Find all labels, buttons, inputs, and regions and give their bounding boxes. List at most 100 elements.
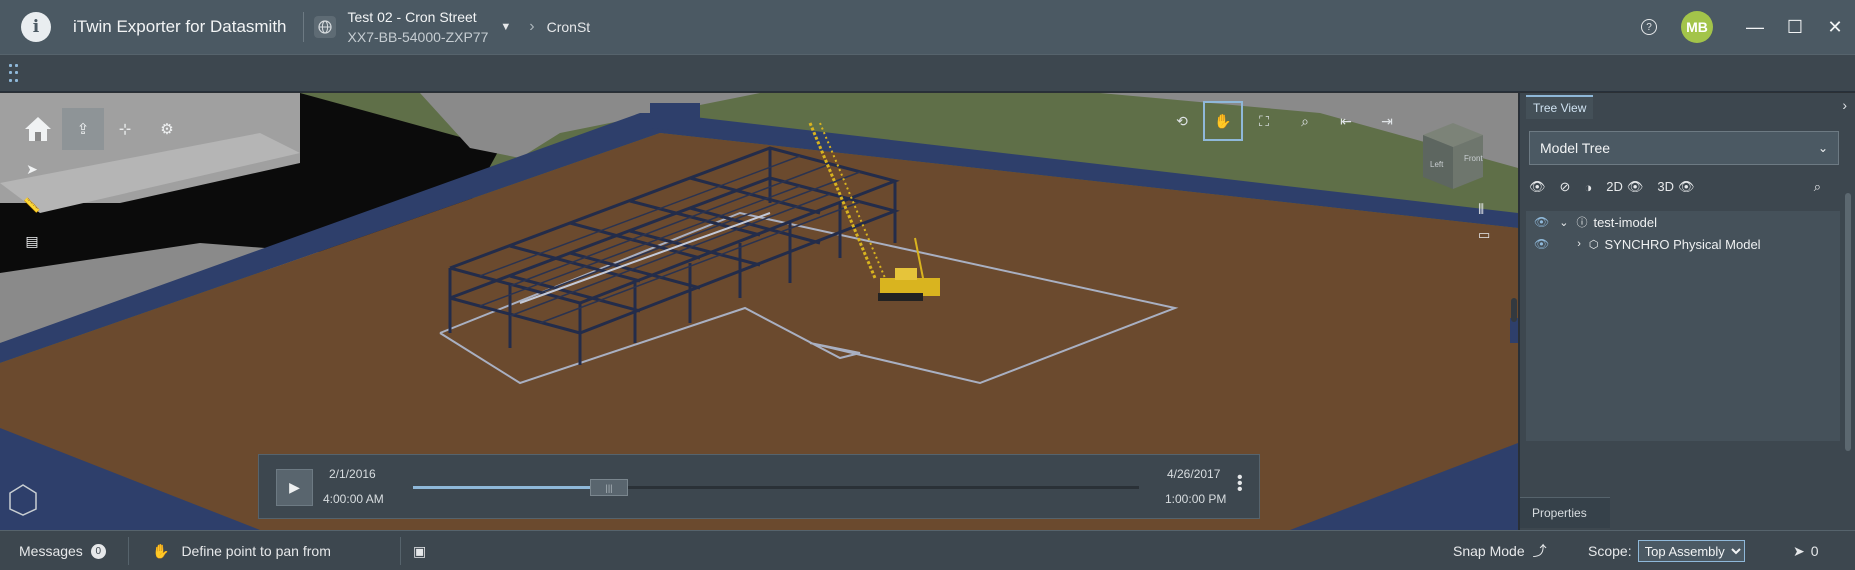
- snap-icon: ⤴: [1532, 543, 1547, 559]
- avatar[interactable]: MB: [1681, 11, 1713, 43]
- imodel-icon: ⓘ: [1576, 217, 1588, 229]
- project-selector[interactable]: Test 02 - Cron Street XX7-BB-54000-ZXP77: [348, 7, 489, 47]
- chevron-right-icon[interactable]: ›: [1842, 97, 1847, 113]
- project-name: Test 02 - Cron Street: [347, 9, 477, 25]
- app-logo-icon[interactable]: i: [21, 12, 51, 42]
- cube-left-label: Left: [1430, 160, 1444, 169]
- timeline-player: ▶ 2/1/2016 4:00:00 AM 4/26/2017 1:00:00 …: [258, 454, 1260, 519]
- chevron-down-icon[interactable]: ▼: [500, 21, 511, 33]
- tool-prompt: ✋ Define point to pan from: [152, 531, 331, 570]
- timeline-end-date: 4/26/2017: [1167, 467, 1221, 481]
- scope-select[interactable]: Top Assembly: [1637, 540, 1745, 562]
- timeline-end-time: 1:00:00 PM: [1165, 492, 1227, 506]
- toggle-2d-button[interactable]: 2D 👁: [1606, 179, 1643, 195]
- rotate-icon[interactable]: ⟲: [1162, 101, 1202, 141]
- breadcrumb[interactable]: CronSt: [547, 19, 591, 35]
- hide-all-icon[interactable]: ⊘: [1560, 179, 1571, 195]
- tab-tree-view[interactable]: Tree View: [1526, 95, 1594, 119]
- model-tree: 👁 ⌄ ⓘ test-imodel 👁 › ⬡ SYNCHRO Physical…: [1526, 211, 1840, 441]
- selection-count-value: 0: [1810, 543, 1819, 559]
- snap-mode-button[interactable]: Snap Mode ⤴: [1453, 531, 1547, 570]
- cursor-icon: ➤: [1793, 542, 1805, 559]
- toggle-2d-label: 2D: [1606, 179, 1623, 194]
- settings-icon[interactable]: ⚙: [146, 108, 188, 150]
- messages-button[interactable]: Messages 0: [19, 531, 106, 570]
- camera-icon[interactable]: ▭: [1478, 227, 1490, 243]
- pan-icon[interactable]: ✋: [1203, 101, 1243, 141]
- globe-icon: [313, 16, 336, 38]
- search-icon[interactable]: ⌕: [1814, 179, 1821, 195]
- tree-node[interactable]: 👁 ⌄ ⓘ test-imodel: [1534, 211, 1657, 233]
- eye-icon[interactable]: 👁: [1534, 237, 1549, 251]
- viewport-toolbar: ⇪ ⊹ ⚙: [14, 105, 188, 153]
- messages-count-badge: 0: [90, 543, 106, 559]
- snap-mode-label: Snap Mode: [1453, 543, 1525, 559]
- share-icon[interactable]: ⇪: [62, 108, 104, 150]
- section-icon[interactable]: ⊹: [104, 108, 146, 150]
- drag-handle-icon[interactable]: [9, 64, 19, 84]
- home-icon[interactable]: [14, 105, 62, 153]
- zoom-icon[interactable]: ⌕: [1285, 101, 1325, 141]
- clipboard-icon[interactable]: ▤: [14, 223, 50, 259]
- status-divider: [400, 537, 401, 565]
- model-select-value: Model Tree: [1540, 140, 1611, 156]
- prompt-text: Define point to pan from: [181, 543, 331, 559]
- tree-node-label: test-imodel: [1593, 214, 1658, 230]
- tree-view-panel: Tree View › Model Tree ⌄ 👁 ⊘ ◑ 2D 👁 3D 👁 ⌕…: [1519, 93, 1855, 530]
- eye-icon[interactable]: 👁: [1534, 215, 1549, 229]
- timeline-start-time: 4:00:00 AM: [323, 492, 384, 506]
- help-icon[interactable]: ?: [1641, 19, 1657, 35]
- tab-properties[interactable]: Properties: [1520, 497, 1610, 528]
- chevron-right-icon: ›: [529, 18, 535, 35]
- next-view-icon[interactable]: ⇥: [1367, 101, 1407, 141]
- previous-view-icon[interactable]: ⇤: [1326, 101, 1366, 141]
- maximize-icon[interactable]: ☐: [1775, 0, 1815, 54]
- select-icon[interactable]: ➤: [14, 151, 50, 187]
- app-title: iTwin Exporter for Datasmith: [73, 17, 287, 36]
- minimize-icon[interactable]: —: [1735, 0, 1775, 54]
- selection-count[interactable]: ➤ 0: [1793, 531, 1819, 570]
- timeline-start-date: 2/1/2016: [329, 467, 376, 481]
- chevron-down-icon[interactable]: ⌄: [1559, 216, 1568, 229]
- pan-icon: ✋: [152, 542, 170, 559]
- model-icon: ⬡: [1588, 238, 1599, 251]
- timeline-progress: [413, 486, 610, 489]
- view-cube[interactable]: Left Front: [1418, 115, 1488, 191]
- scope-field: Scope: Top Assembly: [1588, 531, 1745, 570]
- panel-splitter[interactable]: [1511, 298, 1517, 322]
- snapshot-icon[interactable]: ▣: [413, 531, 426, 570]
- chevron-right-icon[interactable]: ›: [1577, 238, 1581, 250]
- fit-view-icon[interactable]: ⛶: [1244, 101, 1284, 141]
- messages-label: Messages: [19, 543, 83, 559]
- more-options-icon[interactable]: • • •: [1237, 470, 1243, 498]
- cube-front-label: Front: [1464, 154, 1483, 163]
- app-window: i iTwin Exporter for Datasmith Test 02 -…: [0, 0, 1855, 570]
- model-tree-select[interactable]: Model Tree ⌄: [1529, 131, 1839, 165]
- status-bar: Messages 0 ✋ Define point to pan from ▣ …: [0, 530, 1855, 570]
- title-divider: [302, 12, 304, 42]
- title-controls: ? MB — ☐ ✕: [1641, 0, 1855, 54]
- toggle-3d-label: 3D: [1657, 179, 1675, 194]
- panel-scrollbar[interactable]: [1845, 193, 1851, 451]
- timeline-thumb[interactable]: |||: [590, 479, 629, 496]
- toggle-3d-button[interactable]: 3D 👁: [1657, 179, 1694, 195]
- timeline-track[interactable]: |||: [413, 479, 1139, 496]
- walk-icon[interactable]: ⦀: [1478, 201, 1484, 218]
- tree-node-label: SYNCHRO Physical Model: [1604, 236, 1761, 252]
- measure-icon[interactable]: 📏: [14, 187, 50, 223]
- title-bar: i iTwin Exporter for Datasmith Test 02 -…: [0, 0, 1855, 54]
- vertical-toolbar: ➤ 📏 ▤: [14, 151, 54, 259]
- visibility-toolbar: 👁 ⊘ ◑ 2D 👁 3D 👁 ⌕: [1529, 177, 1841, 197]
- chevron-down-icon: ⌄: [1817, 141, 1828, 155]
- toolbar-strip: [0, 54, 1855, 92]
- navigation-toolbar: ⟲ ✋ ⛶ ⌕ ⇤ ⇥: [1162, 101, 1408, 141]
- tree-node[interactable]: 👁 › ⬡ SYNCHRO Physical Model: [1534, 233, 1761, 255]
- close-icon[interactable]: ✕: [1815, 0, 1855, 54]
- show-all-icon[interactable]: 👁: [1529, 179, 1546, 195]
- status-divider: [128, 537, 129, 565]
- play-button[interactable]: ▶: [276, 469, 313, 506]
- project-number: XX7-BB-54000-ZXP77: [347, 29, 489, 45]
- scope-label: Scope:: [1588, 543, 1632, 559]
- invert-icon[interactable]: ◑: [1584, 180, 1592, 195]
- corner-badge: [8, 483, 40, 519]
